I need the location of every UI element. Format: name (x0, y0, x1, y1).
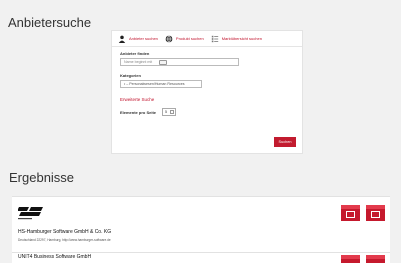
tab-provider-search[interactable]: Anbieter suchen (118, 35, 158, 43)
category-select[interactable]: • – Personalwesen/Human Resources (120, 80, 202, 88)
page: Anbietersuche Anbieter suchen Produkt su… (0, 0, 401, 263)
tab-label: Produkt suchen (175, 36, 204, 41)
per-page-value: 5 (165, 110, 168, 114)
company-address: Deutschland 22297, Hamburg, http://www.h… (18, 238, 111, 242)
search-tabs: Anbieter suchen Produkt suchen Marktüber… (112, 31, 302, 47)
list-icon (211, 35, 218, 42)
per-page-label: Elemente pro Seite (120, 109, 157, 115)
results-title: Ergebnisse (9, 170, 75, 185)
page-title: Anbietersuche (8, 15, 92, 30)
company-name[interactable]: UNIT4 Business Software GmbH (18, 254, 91, 260)
per-page-select[interactable]: 5 (162, 108, 177, 116)
person-icon (118, 35, 126, 43)
result-item[interactable]: UNIT4 Business Software GmbH (12, 252, 390, 263)
search-button[interactable]: Suchen (274, 137, 296, 147)
match-mode-select[interactable] (159, 60, 167, 65)
per-page-row: Elemente pro Seite 5 (120, 108, 294, 116)
provider-label: Anbieter finden (120, 51, 150, 56)
search-panel: Anbieter suchen Produkt suchen Marktüber… (111, 30, 303, 154)
tab-product-search[interactable]: Produkt suchen (165, 35, 204, 43)
provider-placeholder: Name beginnt mit (124, 60, 153, 64)
company-name[interactable]: HS-Hamburger Software GmbH & Co. KG (18, 229, 111, 235)
chevron-down-icon (170, 110, 175, 114)
company-logo (18, 207, 43, 220)
category-value: • – Personalwesen/Human Resources (124, 82, 185, 86)
tab-market-overview[interactable]: Marktübersicht suchen (211, 35, 262, 43)
advanced-search-link[interactable]: Erweiterte Suche (120, 97, 294, 102)
category-label: Kategorien (120, 73, 141, 78)
product-badge-icon[interactable] (366, 205, 385, 221)
product-badge-icon[interactable] (366, 255, 385, 263)
result-item[interactable]: HS-Hamburger Software GmbH & Co. KG Deut… (12, 196, 390, 252)
profile-badge-icon[interactable] (341, 205, 360, 221)
search-form: Anbieter finden Name beginnt mit Kategor… (120, 51, 294, 116)
tab-label: Marktübersicht suchen (221, 36, 262, 41)
profile-badge-icon[interactable] (341, 255, 360, 263)
globe-icon (165, 35, 173, 42)
provider-search-input[interactable]: Name beginnt mit (120, 58, 239, 66)
tab-label: Anbieter suchen (129, 36, 158, 41)
